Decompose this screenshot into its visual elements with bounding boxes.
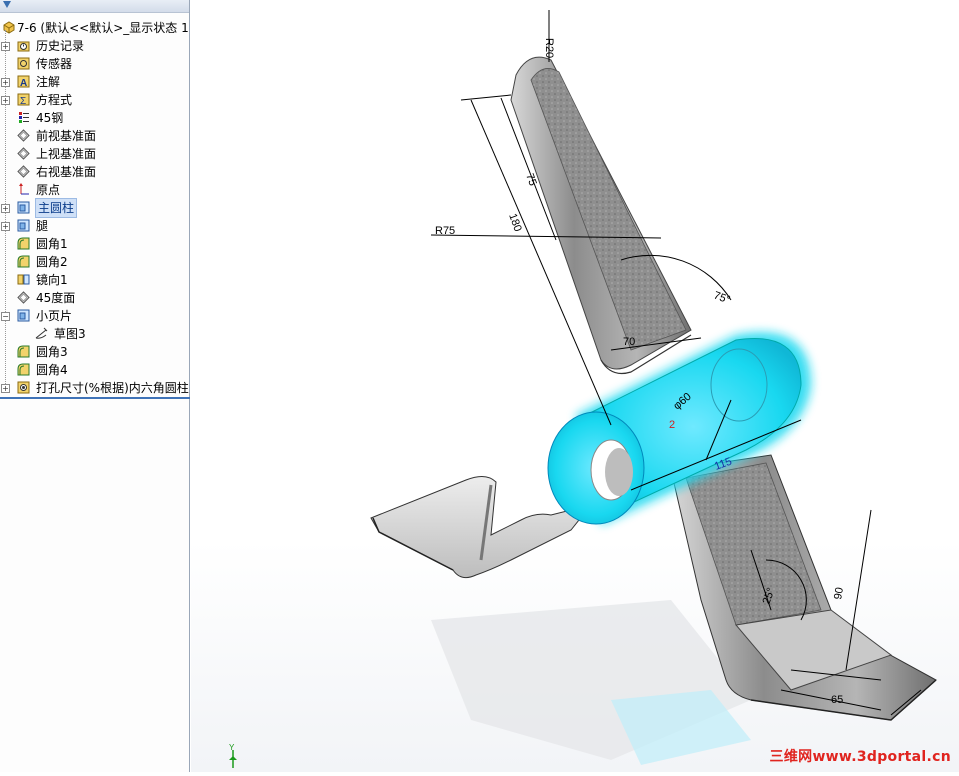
tree-item-label: 45度面 (36, 291, 76, 305)
tree-item-label: 45钢 (36, 111, 64, 125)
tree-item-label: 原点 (36, 183, 61, 197)
filter-bar[interactable] (0, 0, 189, 13)
dim-65: 65 (831, 694, 843, 706)
tree-item[interactable]: + A 注解 (0, 73, 190, 91)
tree-item[interactable]: 传感器 (0, 55, 190, 73)
extrude-icon (17, 309, 30, 322)
svg-text:A: A (20, 78, 27, 88)
tree-item-label: 传感器 (36, 57, 73, 71)
tree-item[interactable]: + 打孔尺寸(%根据)内六角圆柱 (0, 379, 190, 397)
dim-angle-75: 75° (712, 290, 732, 307)
tree-item[interactable]: 上视基准面 (0, 145, 190, 163)
plane-icon (17, 165, 30, 178)
tree-item[interactable]: 45钢 (0, 109, 190, 127)
tree-item-label: 腿 (36, 219, 49, 233)
tree-item-label: 小页片 (36, 309, 73, 323)
tree-item[interactable]: 45度面 (0, 289, 190, 307)
fillet-icon (17, 345, 30, 358)
upper-arm[interactable] (510, 56, 692, 375)
dim-70: 70 (623, 336, 635, 348)
tree-item-label: 右视基准面 (36, 165, 97, 179)
tree-root-label: 7-6 (默认<<默认>_显示状态 1 (17, 21, 189, 35)
tree-item-label: 方程式 (36, 93, 73, 107)
extrude-icon (17, 219, 30, 232)
material-icon (19, 112, 29, 123)
expand-toggle-icon[interactable]: + (1, 384, 10, 393)
tree-item[interactable]: 圆角1 (0, 235, 190, 253)
part-icon (3, 21, 15, 34)
fillet-icon (17, 237, 30, 250)
tree-item-label: 圆角2 (36, 255, 68, 269)
tree-item-label: 圆角4 (36, 363, 68, 377)
mirror-icon (17, 274, 30, 285)
graphics-viewport[interactable]: R20 75 180 R75 75° 70 φ60 2 115 25° 90 6… (191, 0, 959, 772)
filter-icon[interactable] (3, 1, 11, 8)
dim-r20: R20 (543, 38, 555, 58)
tree-item-label: 注解 (36, 75, 61, 89)
dim-75: 75 (523, 172, 538, 188)
plane-icon (17, 129, 30, 142)
fillet-icon (17, 255, 30, 268)
equation-icon: Σ (17, 93, 30, 106)
tree-item[interactable]: 圆角3 (0, 343, 190, 361)
tree-item-label: 圆角1 (36, 237, 68, 251)
history-folder-icon (17, 41, 30, 52)
plane-icon (17, 147, 30, 160)
dim-90: 90 (832, 586, 846, 600)
tree-item[interactable]: 原点 (0, 181, 190, 199)
tree-item-label: 前视基准面 (36, 129, 97, 143)
watermark-text: 三维网www.3dportal.cn (769, 749, 951, 765)
expand-toggle-icon[interactable]: + (1, 96, 10, 105)
expand-toggle-icon[interactable]: + (1, 222, 10, 231)
expand-toggle-icon[interactable]: + (1, 204, 10, 213)
tree-item[interactable]: 前视基准面 (0, 127, 190, 145)
annotation-icon: A (17, 75, 30, 88)
expand-toggle-icon[interactable]: + (1, 42, 10, 51)
collapse-toggle-icon[interactable]: − (1, 312, 10, 321)
svg-text:Y: Y (229, 743, 235, 752)
tree-item[interactable]: + Σ 方程式 (0, 91, 190, 109)
svg-text:Σ: Σ (20, 96, 26, 106)
tree-item[interactable]: 圆角2 (0, 253, 190, 271)
tree-item[interactable]: + 腿 (0, 217, 190, 235)
extrude-icon (17, 201, 30, 214)
tree-item[interactable]: 圆角4 (0, 361, 190, 379)
tree-item[interactable]: 草图3 (0, 325, 190, 343)
tree-item-label: 主圆柱 (34, 198, 78, 218)
view-triad[interactable]: Y (229, 743, 237, 768)
dim-r75: R75 (435, 225, 455, 237)
plane-icon (17, 291, 30, 304)
expand-toggle-icon[interactable]: + (1, 78, 10, 87)
tree-item-label: 打孔尺寸(%根据)内六角圆柱 (36, 381, 189, 395)
hole-wizard-icon (17, 381, 30, 394)
tree-item[interactable]: + 历史记录 (0, 37, 190, 55)
tree-item-label: 历史记录 (36, 39, 85, 53)
tree-bottom-rule (0, 397, 190, 399)
sensor-icon (17, 57, 30, 70)
tree-item-label: 圆角3 (36, 345, 68, 359)
tree-item[interactable]: + 主圆柱 (0, 198, 190, 218)
origin-icon (19, 183, 29, 195)
tree-item[interactable]: 镜向1 (0, 271, 190, 289)
tree-item-label: 上视基准面 (36, 147, 97, 161)
tree-item[interactable]: 右视基准面 (0, 163, 190, 181)
tree-item-label: 镜向1 (36, 273, 68, 287)
dim-2: 2 (669, 419, 675, 431)
tree-item-label: 草图3 (54, 327, 86, 341)
tree-item[interactable]: − 小页片 (0, 307, 190, 325)
fillet-icon (17, 363, 30, 376)
sketch-icon (35, 327, 48, 339)
model-view[interactable]: R20 75 180 R75 75° 70 φ60 2 115 25° 90 6… (191, 0, 959, 772)
feature-manager-tree: 7-6 (默认<<默认>_显示状态 1 + 历史记录传感器 + A 注解 + Σ 方程式 45钢… (0, 0, 190, 772)
